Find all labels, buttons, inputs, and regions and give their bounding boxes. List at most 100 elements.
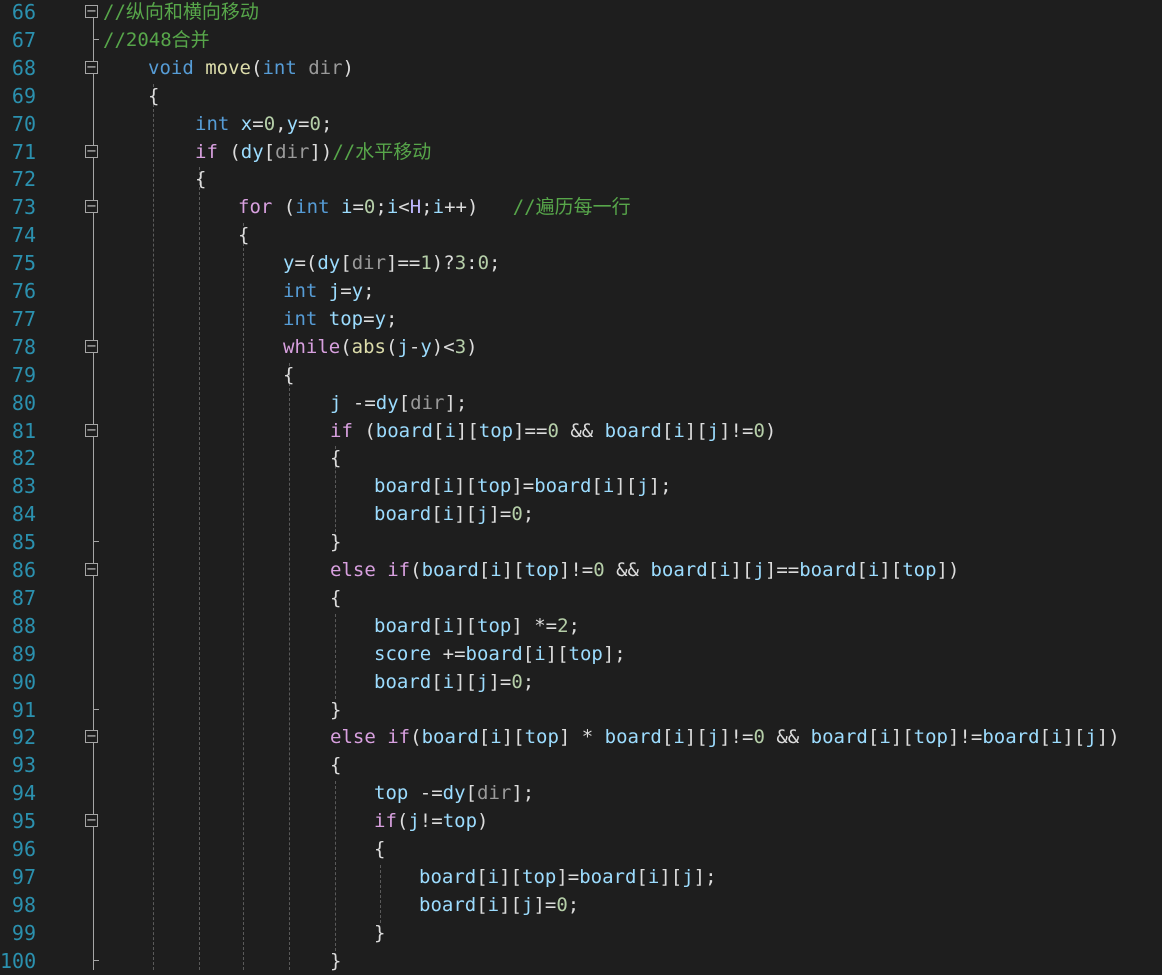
code-line[interactable]: 99} [0,919,1162,947]
code-text[interactable]: } [330,947,341,975]
code-text[interactable]: //纵向和横向移动 [103,0,259,26]
code-text[interactable]: y=(dy[dir]==1)?3:0; [283,249,501,277]
code-text[interactable]: } [330,528,341,556]
code-line[interactable]: 97 board[i][top]=board[i][j]; [0,863,1162,891]
code-line[interactable]: 91} [0,696,1162,724]
code-editor[interactable]: 66−//纵向和横向移动 67//2048合并 68− void move(int d… [0,0,1162,973]
code-text[interactable]: board[i][top]=board[i][j]; [419,863,717,891]
code-text[interactable]: while(abs(j-y)<3) [283,333,478,361]
code-line[interactable]: 84 board[i][j]=0; [0,500,1162,528]
token-op: [ [465,782,477,805]
token-var: board [799,559,857,581]
code-line[interactable]: 74 { [0,221,1162,249]
code-line[interactable]: 82 { [0,444,1162,472]
code-line[interactable]: 79 { [0,361,1162,389]
code-line[interactable]: 77 int top=y; [0,305,1162,333]
code-text[interactable]: board[i][top] *=2; [374,612,580,640]
code-line[interactable]: 85} [0,528,1162,556]
token-op [229,113,240,135]
code-line[interactable]: 76 int j=y; [0,277,1162,305]
collapse-icon[interactable]: − [85,730,98,744]
code-text[interactable]: board[i][j]=0; [419,891,579,919]
token-op: ]= [556,865,580,888]
code-line[interactable]: 87 { [0,584,1162,612]
code-text[interactable]: board[i][top]=board[i][j]; [374,472,672,500]
collapse-icon[interactable]: − [85,5,98,18]
code-text[interactable]: void move(int dir) [148,54,354,82]
token-op: [ [478,726,491,749]
code-line[interactable]: 90 board[i][j]=0; [0,668,1162,696]
token-op: = [340,280,352,302]
token-num: 0 [753,726,765,749]
code-line[interactable]: 86− else if(board[i][top]!=0 && board[i][… [0,556,1162,584]
collapse-icon[interactable]: − [85,144,98,158]
code-text[interactable]: j -=dy[dir]; [330,389,467,417]
token-op: )< [431,335,455,358]
code-text[interactable]: { [148,82,159,110]
code-line[interactable]: 68 − void move(int dir) [0,54,1162,82]
code-text[interactable]: int j=y; [283,277,375,305]
code-line[interactable]: 73− for (int i=0;i<H;i++) //遍历每一行 [0,193,1162,221]
code-line[interactable]: 80 j -=dy[dir]; [0,389,1162,417]
collapse-icon[interactable]: − [85,423,98,437]
code-line[interactable]: 92− else if(board[i][top] * board[i][j]!=… [0,723,1162,751]
code-text[interactable]: { [330,444,341,472]
token-var: top [477,475,512,498]
token-op: { [330,586,342,609]
token-var: board [650,559,708,581]
collapse-icon[interactable]: − [85,814,98,828]
code-text[interactable]: if(j!=top) [374,807,488,835]
code-text[interactable]: { [374,835,385,863]
code-text[interactable]: else if(board[i][top] * board[i][j]!=0 &… [330,723,1120,751]
code-line[interactable]: 66 −//纵向和横向移动 [0,0,1162,26]
code-text[interactable]: top -=dy[dir]; [374,779,534,807]
code-line[interactable]: 95 − if(j!=top) [0,807,1162,835]
code-line[interactable]: 83 board[i][top]=board[i][j]; [0,472,1162,500]
line-number: 83 [11,474,36,499]
collapse-icon[interactable]: − [85,200,98,214]
code-line[interactable]: 98 board[i][j]=0; [0,891,1162,919]
code-line[interactable]: 93 { [0,751,1162,779]
code-line[interactable]: 71 − if (dy[dir])//水平移动 [0,138,1162,166]
token-op: ( [250,56,263,79]
collapse-icon[interactable]: − [85,60,98,74]
code-text[interactable]: //2048合并 [103,26,210,54]
code-text[interactable]: { [330,751,341,779]
code-line[interactable]: 96 { [0,835,1162,863]
code-line[interactable]: 67 //2048合并 [0,26,1162,54]
code-text[interactable]: if (dy[dir])//水平移动 [195,138,431,166]
code-text[interactable]: } [330,696,341,724]
code-text[interactable]: } [374,919,385,947]
code-line[interactable]: 89 score +=board[i][top]; [0,640,1162,668]
code-text[interactable]: for (int i=0;i<H;i++) //遍历每一行 [238,193,631,221]
collapse-icon[interactable]: − [85,339,98,353]
token-op: -= [341,391,376,414]
code-text[interactable]: else if(board[i][top]!=0 && board[i][j]=… [330,556,959,584]
line-number: 74 [11,223,36,248]
code-line[interactable]: 70 int x=0,y=0; [0,110,1162,138]
token-ctl: for [238,196,273,219]
code-text[interactable]: { [238,221,249,249]
token-ctl: if [387,726,411,749]
code-line[interactable]: 69 { [0,82,1162,110]
code-line[interactable]: 78− while(abs(j-y)<3) [0,333,1162,361]
code-line[interactable]: 100} [0,947,1162,975]
code-line[interactable]: 81− if (board[i][top]==0 && board[i][j]!=… [0,417,1162,445]
collapse-icon[interactable]: − [85,563,98,576]
code-line[interactable]: 88 board[i][top] *=2; [0,612,1162,640]
code-line[interactable]: 75 y=(dy[dir]==1)?3:0; [0,249,1162,277]
code-line[interactable]: 72 { [0,165,1162,193]
code-text[interactable]: int x=0,y=0; [195,110,332,138]
code-line[interactable]: 94 top -=dy[dir]; [0,779,1162,807]
code-text[interactable]: if (board[i][top]==0 && board[i][j]!=0) [330,417,776,445]
code-text[interactable]: board[i][j]=0; [374,500,534,528]
code-text[interactable]: board[i][j]=0; [374,668,534,696]
token-num: 0 [547,419,559,442]
line-number: 79 [11,362,36,387]
code-text[interactable]: { [330,584,341,612]
code-text[interactable]: { [195,165,206,193]
code-text[interactable]: { [283,361,294,389]
token-op: ][ [501,559,525,581]
code-text[interactable]: score +=board[i][top]; [374,640,626,668]
code-text[interactable]: int top=y; [283,305,397,333]
